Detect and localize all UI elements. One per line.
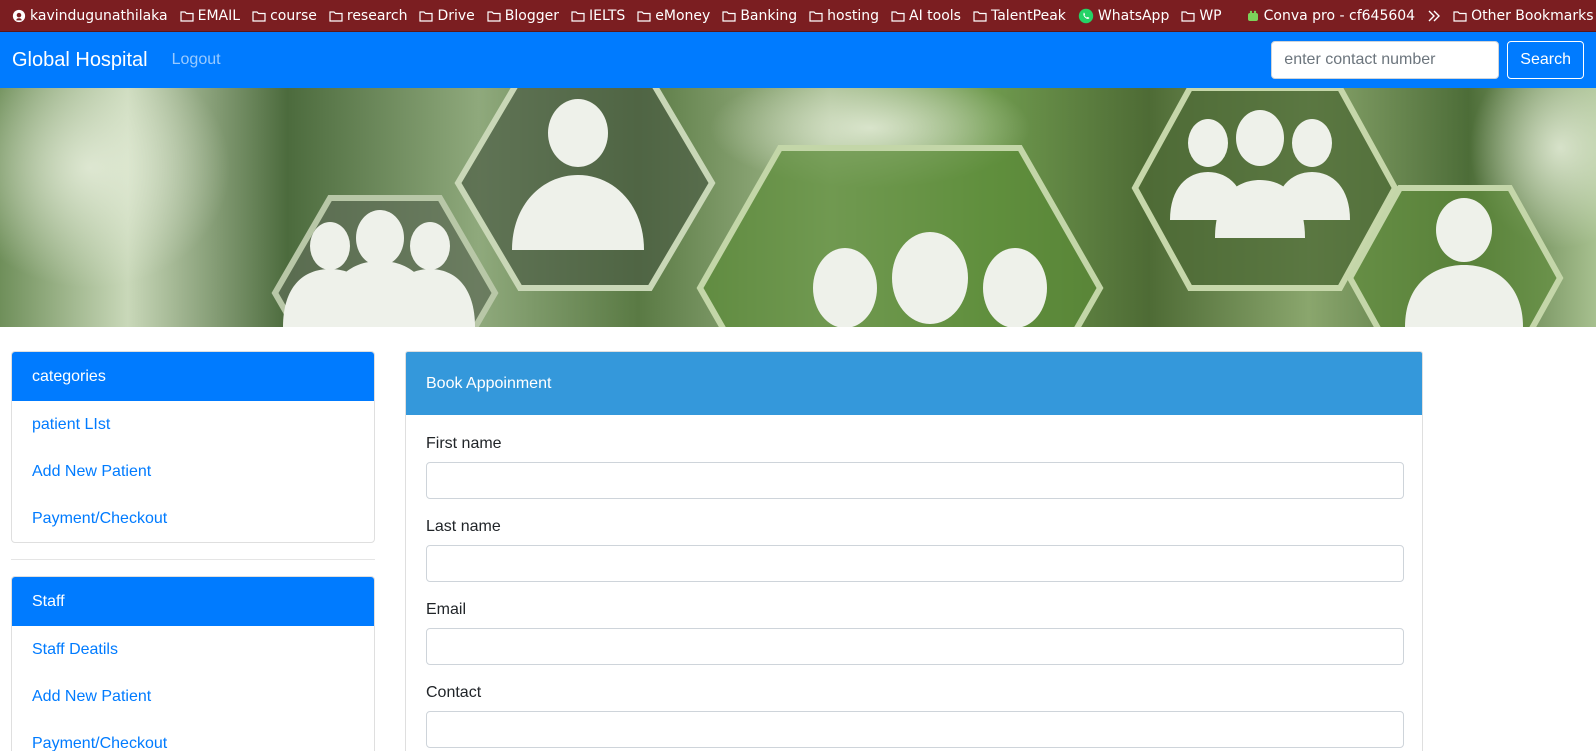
last-name-label: Last name (426, 518, 501, 535)
bookmark-label: IELTS (588, 7, 626, 24)
bookmark-folder-ai-tools[interactable]: AI tools (885, 2, 967, 30)
navbar: Global Hospital Logout Search (0, 32, 1596, 88)
bookmark-folder-drive[interactable]: Drive (413, 2, 480, 30)
main-panel: Book Appoinment First name Last name Ema… (405, 351, 1423, 751)
folder-icon (891, 10, 905, 22)
bookmark-label: TalentPeak (990, 7, 1066, 24)
banner-people-hexagon-illustration (0, 88, 1596, 327)
folder-icon (571, 10, 585, 22)
bookmark-label: research (346, 7, 408, 24)
bookmarks-bar: kavindugunathilaka EMAIL course research… (0, 0, 1596, 32)
appointment-form: First name Last name Email Contact (406, 415, 1422, 748)
bookmark-whatsapp[interactable]: WhatsApp (1072, 2, 1175, 30)
bookmark-label: Blogger (504, 7, 559, 24)
bookmark-label: Drive (437, 7, 475, 24)
bookmark-folder-hosting[interactable]: hosting (803, 2, 885, 30)
last-name-field[interactable] (426, 545, 1404, 582)
bookmark-label: course (270, 7, 317, 24)
sidebar-item-patient-list[interactable]: patient LIst (12, 401, 374, 448)
folder-icon (329, 10, 343, 22)
whatsapp-icon (1078, 8, 1094, 23)
bookmark-github[interactable]: kavindugunathilaka (6, 2, 174, 30)
sidebar-item-staff-details[interactable]: Staff Deatils (12, 626, 374, 673)
double-chevron-right-icon (1428, 10, 1441, 21)
contact-search-input[interactable] (1271, 41, 1500, 79)
sidebar-divider (11, 559, 375, 560)
bookmark-folder-blogger[interactable]: Blogger (481, 2, 565, 30)
folder-icon (637, 10, 651, 22)
first-name-label: First name (426, 435, 502, 452)
github-icon (12, 9, 26, 22)
sidebar: categories patient LIst Add New Patient … (11, 351, 375, 751)
bookmark-label: WhatsApp (1097, 7, 1170, 24)
book-appointment-header: Book Appoinment (406, 352, 1422, 415)
contact-field[interactable] (426, 711, 1404, 748)
bookmark-label: kavindugunathilaka (30, 7, 168, 24)
folder-icon (180, 10, 194, 22)
bookmark-other-bookmarks[interactable]: Other Bookmarks (1447, 2, 1596, 30)
bookmark-label: Banking (740, 7, 798, 24)
contact-label: Contact (426, 684, 482, 701)
bookmark-folder-talentpeak[interactable]: TalentPeak (967, 2, 1072, 30)
email-label: Email (426, 601, 467, 618)
bookmark-label: eMoney (655, 7, 711, 24)
categories-header: categories (12, 352, 374, 401)
last-name-group: Last name (426, 518, 1404, 582)
book-appointment-card: Book Appoinment First name Last name Ema… (405, 351, 1423, 751)
folder-icon (419, 10, 434, 22)
first-name-group: First name (426, 435, 1404, 499)
content-area: categories patient LIst Add New Patient … (0, 327, 1596, 751)
folder-icon (487, 10, 501, 22)
first-name-field[interactable] (426, 462, 1404, 499)
bookmark-conva-pro[interactable]: Conva pro - cf645604 (1240, 2, 1421, 30)
staff-card: Staff Staff Deatils Add New Patient Paym… (11, 576, 375, 751)
bookmark-folder-email[interactable]: EMAIL (174, 2, 246, 30)
folder-icon (1453, 10, 1467, 22)
bookmark-folder-emoney[interactable]: eMoney (631, 2, 716, 30)
email-group: Email (426, 601, 1404, 665)
sidebar-item-payment-checkout[interactable]: Payment/Checkout (12, 495, 374, 542)
folder-icon (252, 10, 266, 22)
folder-icon (809, 10, 823, 22)
bookmark-folder-ielts[interactable]: IELTS (565, 2, 631, 30)
folder-icon (1181, 10, 1195, 22)
bookmark-folder-research[interactable]: research (323, 2, 414, 30)
bookmark-label: Other Bookmarks (1471, 7, 1594, 24)
bookmark-label: EMAIL (197, 7, 241, 24)
bookmark-label: AI tools (909, 7, 961, 24)
navbar-brand[interactable]: Global Hospital (12, 49, 148, 72)
staff-header: Staff (12, 577, 374, 626)
logout-link[interactable]: Logout (172, 51, 221, 69)
sidebar-item-add-new-patient[interactable]: Add New Patient (12, 448, 374, 495)
email-field[interactable] (426, 628, 1404, 665)
android-icon (1247, 10, 1258, 21)
bookmark-label: WP (1199, 7, 1222, 24)
folder-icon (722, 10, 736, 22)
bookmark-overflow-button[interactable] (1421, 2, 1447, 30)
categories-card: categories patient LIst Add New Patient … (11, 351, 375, 543)
sidebar-item-staff-payment-checkout[interactable]: Payment/Checkout (12, 720, 374, 751)
bookmark-folder-course[interactable]: course (246, 2, 323, 30)
hero-banner-image (0, 88, 1596, 327)
folder-icon (973, 10, 987, 22)
bookmark-label: Conva pro - cf645604 (1263, 7, 1416, 24)
search-button[interactable]: Search (1507, 41, 1584, 79)
bookmark-folder-banking[interactable]: Banking (716, 2, 803, 30)
sidebar-item-staff-add-new-patient[interactable]: Add New Patient (12, 673, 374, 720)
contact-group: Contact (426, 684, 1404, 748)
bookmark-folder-wp[interactable]: WP (1175, 2, 1227, 30)
bookmark-label: hosting (827, 7, 880, 24)
